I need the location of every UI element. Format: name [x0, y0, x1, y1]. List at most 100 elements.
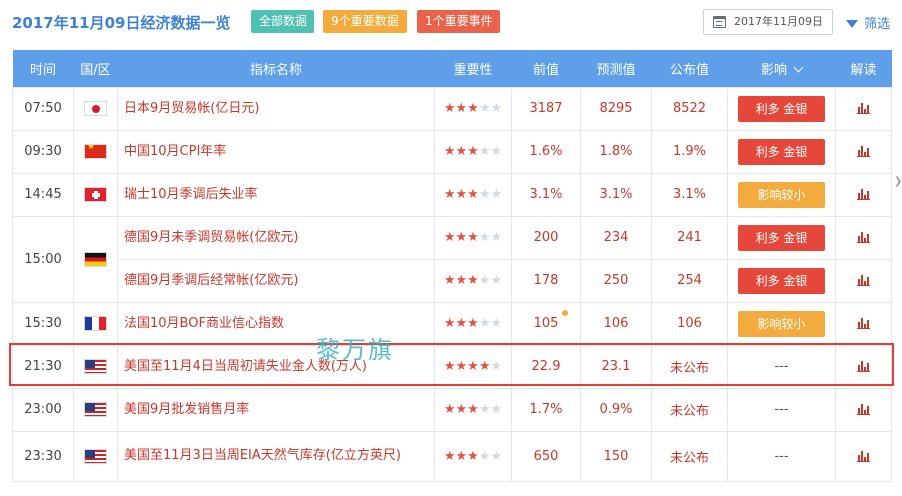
star-filled-icon: ★ — [467, 144, 479, 159]
scroll-right-icon[interactable]: ❯ — [894, 176, 902, 187]
row-indicator-name[interactable]: 法国10月BOF商业信心指数 — [117, 301, 435, 346]
row-indicator-name[interactable]: 日本9月贸易帐(亿日元) — [117, 86, 435, 131]
row-indicator-name[interactable]: 美国至11月4日当周初请失业金人数(万人) — [117, 344, 435, 389]
row-previous: 22.9 — [511, 344, 581, 389]
row-analysis[interactable] — [835, 215, 892, 260]
row-analysis[interactable] — [835, 86, 892, 131]
row-analysis[interactable] — [835, 430, 892, 482]
table-row[interactable]: 15:00 德国9月未季调贸易帐(亿欧元) ★★★★★ 200 234 241 利多 金银 — [12, 215, 892, 303]
star-filled-icon: ★ — [455, 402, 468, 417]
filter-label: 筛选 — [864, 17, 891, 32]
table-row[interactable]: 23:30 美国至11月3日当周EIA天然气库存(亿立方英尺) ★★★★★ 650 15… — [12, 430, 892, 482]
table-row[interactable]: 21:30 美国至11月4日当周初请失业金人数(万人) ★★★★★ 22.9 23.1 未… — [12, 344, 892, 389]
row-country — [73, 387, 118, 432]
star-filled-icon: ★ — [455, 187, 468, 202]
impact-badge[interactable]: 利多 金银 — [738, 224, 825, 251]
row-impact: 影响较小 — [727, 172, 836, 217]
impact-badge[interactable]: 影响较小 — [738, 181, 825, 208]
impact-badge[interactable]: 利多 金银 — [738, 95, 825, 122]
row-previous: 200 — [511, 215, 581, 260]
star-filled-icon: ★ — [467, 230, 479, 245]
bar-chart-icon[interactable] — [857, 146, 870, 157]
row-analysis[interactable] — [835, 387, 892, 432]
row-impact: 利多 金银 — [727, 129, 836, 174]
star-empty-icon: ★ — [478, 316, 491, 331]
bar-chart-icon[interactable] — [857, 318, 870, 329]
flag-us-icon — [84, 359, 107, 374]
table-row[interactable]: 15:30 法国10月BOF商业信心指数 ★★★★★ 105 106 106 影响较小 — [12, 301, 892, 346]
row-indicator-name[interactable]: 中国10月CPI年率 — [117, 129, 435, 174]
row-analysis[interactable] — [835, 129, 892, 174]
row-indicator-name[interactable]: 美国至11月3日当周EIA天然气库存(亿立方英尺) — [117, 430, 435, 482]
row-importance: ★★★★★ — [434, 129, 512, 174]
star-empty-icon: ★ — [490, 187, 503, 202]
bar-chart-icon[interactable] — [857, 275, 870, 286]
row-indicator-name[interactable]: 德国9月季调后经常帐(亿欧元) — [117, 258, 435, 303]
star-filled-icon: ★ — [455, 316, 468, 331]
table-row[interactable]: 14:45 瑞士10月季调后失业率 ★★★★★ 3.1% 3.1% 3.1% 影响较小 — [12, 172, 892, 217]
row-time: 23:30 — [12, 430, 74, 482]
star-filled-icon: ★ — [455, 144, 468, 159]
row-analysis[interactable] — [835, 344, 892, 389]
row-country — [73, 215, 118, 303]
row-forecast: 8295 — [580, 86, 652, 131]
col-impact[interactable]: 影响 — [727, 50, 836, 87]
row-indicator-name[interactable]: 德国9月未季调贸易帐(亿欧元) — [117, 215, 435, 260]
star-filled-icon: ★ — [467, 316, 479, 331]
row-impact: 利多 金银 — [727, 258, 836, 303]
col-indicator: 指标名称 — [117, 50, 435, 87]
important-data-tab[interactable]: 9个重要数据 — [323, 10, 407, 33]
star-filled-icon: ★ — [467, 273, 479, 288]
impact-badge[interactable]: 利多 金银 — [738, 138, 825, 165]
table-row[interactable]: 07:50 日本9月贸易帐(亿日元) ★★★★★ 3187 8295 8522 利多 金银 — [12, 86, 892, 131]
row-analysis[interactable] — [835, 258, 892, 303]
star-filled-icon: ★ — [467, 402, 479, 417]
row-time: 15:30 — [12, 301, 74, 346]
flag-us-icon — [84, 448, 107, 464]
row-impact: 利多 金银 — [727, 86, 836, 131]
star-filled-icon: ★ — [443, 230, 456, 245]
flag-us-icon — [84, 402, 107, 417]
star-filled-icon: ★ — [467, 359, 479, 374]
col-actual: 公布值 — [651, 50, 728, 87]
star-filled-icon: ★ — [455, 101, 468, 116]
bar-chart-icon[interactable] — [857, 404, 870, 415]
row-importance: ★★★★★ — [434, 215, 512, 260]
impact-badge[interactable]: 影响较小 — [738, 310, 825, 337]
row-previous: 3187 — [511, 86, 581, 131]
row-forecast: 106 — [580, 301, 652, 346]
row-importance: ★★★★★ — [434, 430, 512, 482]
star-empty-icon: ★ — [478, 144, 491, 159]
row-actual: 3.1% — [651, 172, 728, 217]
filter-button[interactable]: 筛选 — [846, 13, 890, 32]
star-filled-icon: ★ — [443, 187, 456, 202]
bar-chart-icon[interactable] — [857, 361, 870, 372]
row-analysis[interactable] — [835, 172, 892, 217]
row-previous: 650 — [511, 430, 581, 482]
star-empty-icon: ★ — [478, 230, 491, 245]
date-picker[interactable]: 2017年11月09日 — [703, 9, 833, 35]
star-filled-icon: ★ — [443, 359, 456, 374]
impact-badge[interactable]: 利多 金银 — [738, 267, 825, 294]
row-indicator-name[interactable]: 美国9月批发销售月率 — [117, 387, 435, 432]
all-data-tab[interactable]: 全部数据 — [251, 10, 314, 33]
table-row[interactable]: 23:00 美国9月批发销售月率 ★★★★★ 1.7% 0.9% 未公布 --- — [12, 387, 892, 432]
table-row[interactable]: 09:30中国10月CPI年率★★★★★1.6%1.8%1.9%利多 金银 — [12, 129, 892, 174]
row-analysis[interactable] — [835, 301, 892, 346]
row-impact: 利多 金银 — [727, 215, 836, 260]
row-forecast: 150 — [580, 430, 652, 482]
table-row[interactable]: 德国9月季调后经常帐(亿欧元) ★★★★★ 178 250 254 利多 金银 — [13, 258, 892, 303]
row-indicator-name[interactable]: 瑞士10月季调后失业率 — [117, 172, 435, 217]
star-empty-icon: ★ — [490, 101, 503, 116]
bar-chart-icon[interactable] — [857, 189, 870, 200]
row-actual: 106 — [651, 301, 728, 346]
row-importance: ★★★★★ — [434, 301, 512, 346]
flag-fr-icon — [84, 316, 107, 331]
star-empty-icon: ★ — [490, 448, 503, 464]
row-country — [73, 172, 118, 217]
row-country — [73, 129, 118, 174]
important-events-tab[interactable]: 1个重要事件 — [417, 10, 500, 33]
bar-chart-icon[interactable] — [857, 450, 870, 462]
bar-chart-icon[interactable] — [857, 232, 870, 243]
bar-chart-icon[interactable] — [857, 103, 870, 114]
